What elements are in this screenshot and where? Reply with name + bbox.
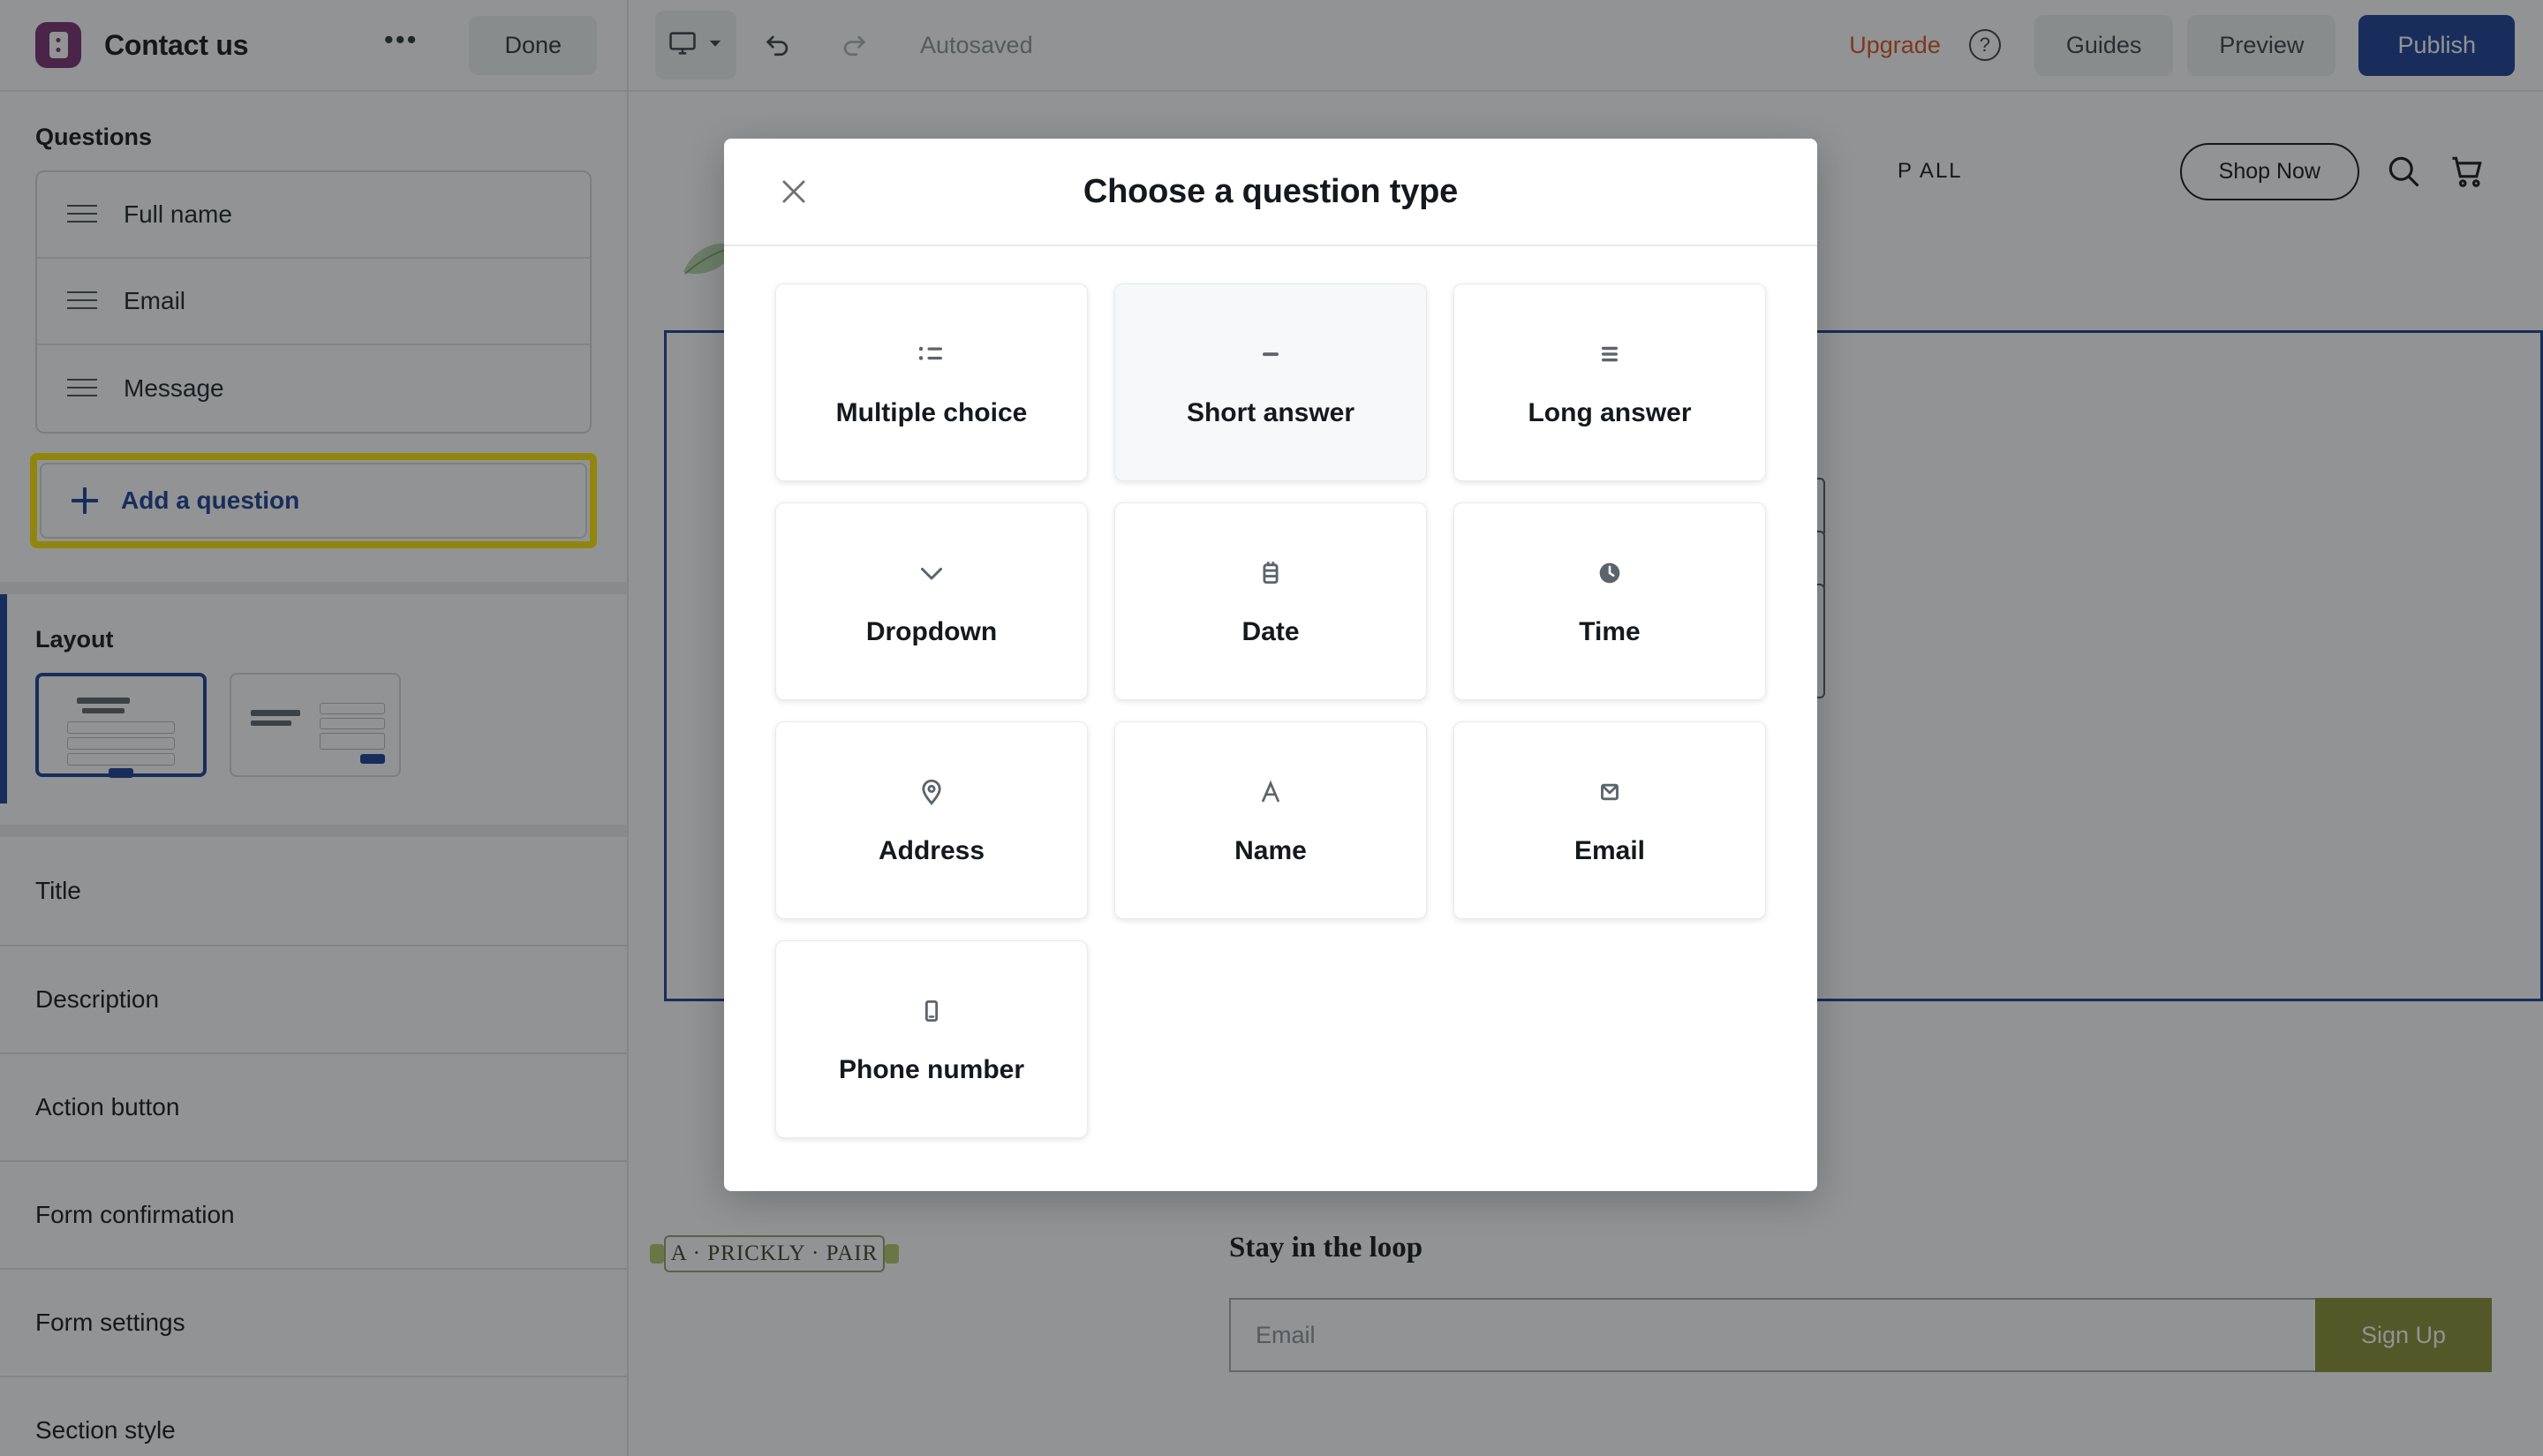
question-type-label: Short answer — [1186, 398, 1355, 427]
mobile-phone-icon — [917, 993, 947, 1029]
question-type-modal: Choose a question type Multiple choice S… — [724, 139, 1817, 1191]
question-type-time[interactable]: Time — [1453, 502, 1766, 700]
question-type-short-answer[interactable]: Short answer — [1114, 283, 1427, 481]
question-type-label: Time — [1579, 617, 1641, 646]
question-type-multiple-choice[interactable]: Multiple choice — [775, 283, 1088, 481]
form-editor-app: P ALL Shop Now A · PRICKLY · PAIR Stay i… — [0, 0, 2543, 1456]
question-type-name[interactable]: Name — [1114, 721, 1427, 919]
question-type-phone-number[interactable]: Phone number — [775, 940, 1088, 1138]
question-type-dropdown[interactable]: Dropdown — [775, 502, 1088, 700]
question-type-label: Date — [1241, 617, 1300, 646]
letter-a-icon — [1256, 774, 1286, 810]
map-pin-icon — [917, 774, 947, 810]
question-type-label: Long answer — [1528, 398, 1692, 427]
question-type-date[interactable]: Date — [1114, 502, 1427, 700]
modal-title: Choose a question type — [1083, 172, 1459, 210]
question-type-label: Multiple choice — [835, 398, 1028, 427]
question-type-grid: Multiple choice Short answer Long answer… — [775, 283, 1766, 1138]
modal-header: Choose a question type — [724, 139, 1817, 246]
question-type-label: Dropdown — [865, 617, 998, 646]
dash-icon — [1255, 336, 1287, 372]
close-icon[interactable] — [775, 173, 812, 210]
calendar-icon — [1256, 555, 1286, 591]
question-type-label: Address — [878, 836, 985, 865]
question-type-long-answer[interactable]: Long answer — [1453, 283, 1766, 481]
lines-icon — [1594, 336, 1626, 372]
question-type-label: Phone number — [838, 1055, 1024, 1084]
modal-body: Multiple choice Short answer Long answer… — [724, 246, 1817, 1138]
question-type-email[interactable]: Email — [1453, 721, 1766, 919]
clock-icon — [1595, 555, 1625, 591]
question-type-label: Email — [1573, 836, 1646, 865]
chevron-down-icon — [916, 555, 947, 591]
question-type-address[interactable]: Address — [775, 721, 1088, 919]
question-type-label: Name — [1234, 836, 1307, 865]
envelope-icon — [1595, 774, 1625, 810]
bulleted-list-icon — [916, 336, 947, 372]
